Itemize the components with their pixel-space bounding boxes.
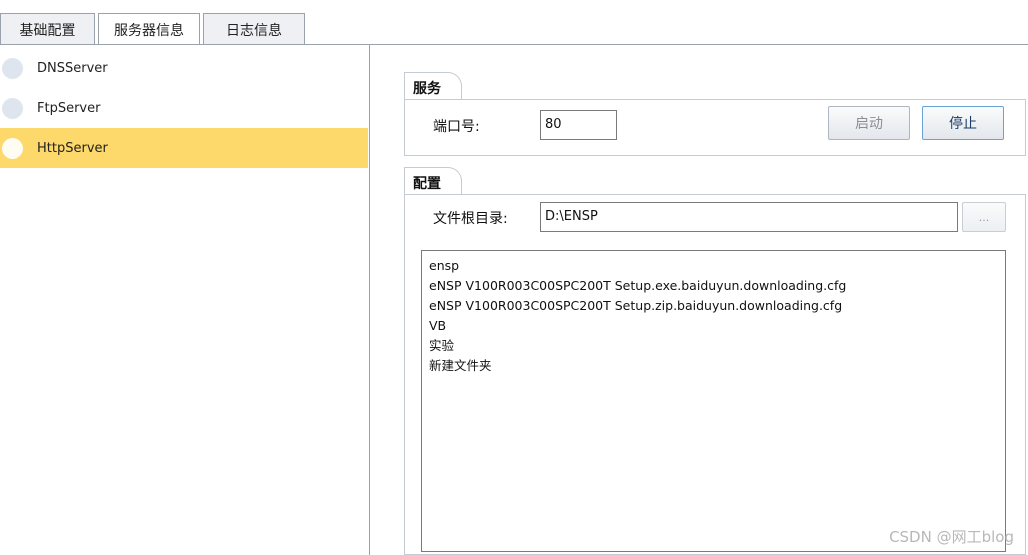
file-list[interactable]: ensp eNSP V100R003C00SPC200T Setup.exe.b… [421,250,1006,552]
server-item-dns[interactable]: DNSServer [0,48,368,88]
list-item[interactable]: eNSP V100R003C00SPC200T Setup.exe.baiduy… [429,276,1005,296]
start-button[interactable]: 启动 [828,106,910,140]
list-item[interactable]: eNSP V100R003C00SPC200T Setup.zip.baiduy… [429,296,1005,316]
tab-log-info[interactable]: 日志信息 [203,13,305,45]
tab-basic-config[interactable]: 基础配置 [0,13,95,45]
server-item-label: FtpServer [37,100,101,116]
server-item-ftp[interactable]: FtpServer [0,88,368,128]
tab-bar: 基础配置 服务器信息 日志信息 [0,0,1028,46]
tab-server-info[interactable]: 服务器信息 [98,13,200,46]
server-item-label: DNSServer [37,60,108,76]
watermark: CSDN @网工blog [889,528,1014,546]
server-status-icon [2,138,23,159]
browse-button[interactable]: ... [962,202,1006,232]
server-item-http[interactable]: HttpServer [0,128,368,168]
root-dir-input[interactable]: D:\ENSP [540,202,958,232]
port-input[interactable]: 80 [540,110,617,140]
server-list: DNSServer FtpServer HttpServer [0,45,370,555]
server-status-icon [2,98,23,119]
list-item[interactable]: ensp [429,256,1005,276]
list-item[interactable]: 实验 [429,336,1005,356]
root-dir-label: 文件根目录: [433,211,508,227]
server-status-icon [2,58,23,79]
list-item[interactable]: 新建文件夹 [429,356,1005,376]
service-group: 端口号: 80 启动 停止 [404,99,1026,156]
panel-divider [369,45,370,555]
port-label: 端口号: [433,119,480,135]
stop-button[interactable]: 停止 [922,106,1004,140]
config-group: 文件根目录: D:\ENSP ... ensp eNSP V100R003C00… [404,194,1026,555]
server-item-label: HttpServer [37,140,108,156]
config-group-title: 配置 [404,167,462,195]
list-item[interactable]: VB [429,316,1005,336]
service-group-title: 服务 [404,72,462,100]
